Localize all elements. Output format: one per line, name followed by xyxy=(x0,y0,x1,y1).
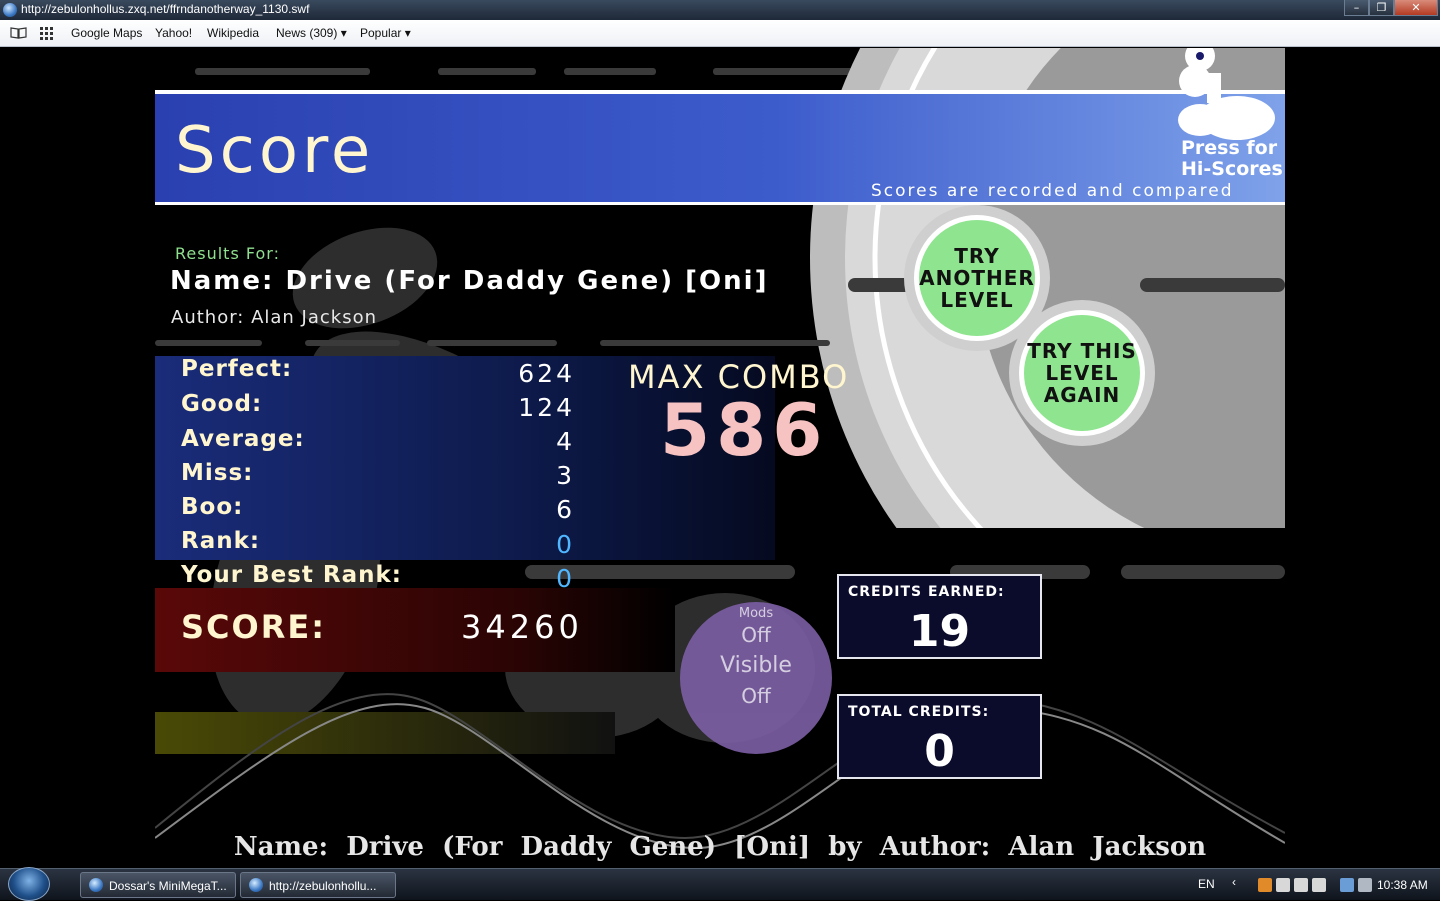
average-label: Average: xyxy=(181,426,305,452)
mods-line1: Off xyxy=(741,623,771,647)
footer-song-info: Name: Drive (For Daddy Gene) [Oni] by Au… xyxy=(233,832,1207,862)
flash-game-stage[interactable]: Score Press for Hi-Scores Scores are rec… xyxy=(155,48,1285,868)
volume-icon[interactable] xyxy=(1358,878,1372,892)
try-another-line1: TRY xyxy=(954,244,1000,268)
top-sites-grid-icon[interactable] xyxy=(40,27,54,40)
results-for-label: Results For: xyxy=(175,244,280,263)
try-another-line3: LEVEL xyxy=(940,288,1014,312)
bookmark-news[interactable]: News (309) ▾ xyxy=(276,26,347,40)
hiscores-line1: Press for xyxy=(1181,137,1278,159)
window-title-bar[interactable]: http://zebulonhollus.zxq.net/ffrndanothe… xyxy=(0,0,1440,20)
browser-icon xyxy=(249,878,263,892)
tray-app-icon[interactable] xyxy=(1258,878,1272,892)
tray-app-icon[interactable] xyxy=(1276,878,1290,892)
credits-earned-label: CREDITS EARNED: xyxy=(848,584,1005,600)
language-indicator[interactable]: EN xyxy=(1198,877,1215,891)
max-combo-value: 586 xyxy=(660,388,829,472)
song-author: Author: Alan Jackson xyxy=(171,307,378,328)
bookmark-yahoo[interactable]: Yahoo! xyxy=(155,26,192,40)
best-rank-value: 0 xyxy=(556,564,575,593)
mods-line3: Off xyxy=(741,684,771,708)
miss-label: Miss: xyxy=(181,460,254,486)
score-value: 34260 xyxy=(461,608,583,646)
show-all-bookmarks-icon[interactable] xyxy=(10,27,27,39)
perfect-value: 624 xyxy=(518,359,575,388)
try-another-line2: ANOTHER xyxy=(919,266,1035,290)
network-icon[interactable] xyxy=(1340,878,1354,892)
task-dossar-minimega[interactable]: Dossar's MiniMegaT... xyxy=(80,872,236,898)
hiscores-line2: Hi-Scores xyxy=(1181,158,1283,180)
bookmark-google-maps[interactable]: Google Maps xyxy=(71,26,142,40)
bookmark-popular[interactable]: Popular ▾ xyxy=(360,26,411,40)
hiscores-note: Scores are recorded and compared xyxy=(871,181,1234,201)
mods-line2: Visible xyxy=(720,653,792,678)
good-value: 124 xyxy=(518,393,575,422)
credits-earned-value: 19 xyxy=(908,606,971,657)
task-label: http://zebulonhollu... xyxy=(269,879,377,893)
boo-value: 6 xyxy=(556,495,575,524)
rank-value: 0 xyxy=(556,530,575,559)
tray-app-icon[interactable] xyxy=(1294,878,1308,892)
close-button[interactable]: ✕ xyxy=(1394,0,1438,16)
clock[interactable]: 10:38 AM xyxy=(1377,878,1428,892)
average-value: 4 xyxy=(556,427,575,456)
miss-value: 3 xyxy=(556,461,575,490)
song-name: Name: Drive (For Daddy Gene) [Oni] xyxy=(170,266,769,296)
show-hidden-icons-icon[interactable]: ‹ xyxy=(1232,875,1236,889)
hiscores-button[interactable]: Press for Hi-Scores xyxy=(1181,138,1283,180)
task-label: Dossar's MiniMegaT... xyxy=(109,879,227,893)
window-title: http://zebulonhollus.zxq.net/ffrndanothe… xyxy=(21,2,310,16)
total-credits-box: TOTAL CREDITS: 0 xyxy=(837,694,1042,779)
good-label: Good: xyxy=(181,391,263,417)
browser-icon xyxy=(3,3,17,17)
bookmark-wikipedia[interactable]: Wikipedia xyxy=(207,26,259,40)
credits-earned-box: CREDITS EARNED: 19 xyxy=(837,574,1042,659)
perfect-label: Perfect: xyxy=(181,356,293,382)
minimize-button[interactable]: – xyxy=(1344,0,1369,16)
best-rank-label: Your Best Rank: xyxy=(181,562,402,588)
score-label: SCORE: xyxy=(181,608,327,646)
maximize-button[interactable]: ❐ xyxy=(1369,0,1394,16)
total-credits-value: 0 xyxy=(924,726,955,777)
boo-label: Boo: xyxy=(181,494,244,520)
browser-icon xyxy=(89,878,103,892)
page-title: Score xyxy=(175,114,375,188)
total-credits-label: TOTAL CREDITS: xyxy=(848,704,990,720)
try-this-line2: LEVEL xyxy=(1045,361,1119,385)
task-zebulonhollus[interactable]: http://zebulonhollu... xyxy=(240,872,396,898)
mods-indicator: Mods Off Visible Off xyxy=(680,602,832,754)
system-tray: EN ‹ 10:38 AM xyxy=(1190,869,1440,901)
taskbar: Dossar's MiniMegaT... http://zebulonholl… xyxy=(0,867,1440,901)
bookmarks-bar: Google Maps Yahoo! Wikipedia News (309) … xyxy=(0,20,1440,47)
tray-app-icon[interactable] xyxy=(1312,878,1326,892)
try-this-level-again-button[interactable]: TRY THIS LEVEL AGAIN xyxy=(1009,300,1155,446)
mods-title: Mods xyxy=(738,606,774,621)
try-this-line1: TRY THIS xyxy=(1027,339,1137,363)
start-button[interactable] xyxy=(8,867,50,901)
rank-label: Rank: xyxy=(181,528,261,554)
try-this-line3: AGAIN xyxy=(1043,383,1121,407)
